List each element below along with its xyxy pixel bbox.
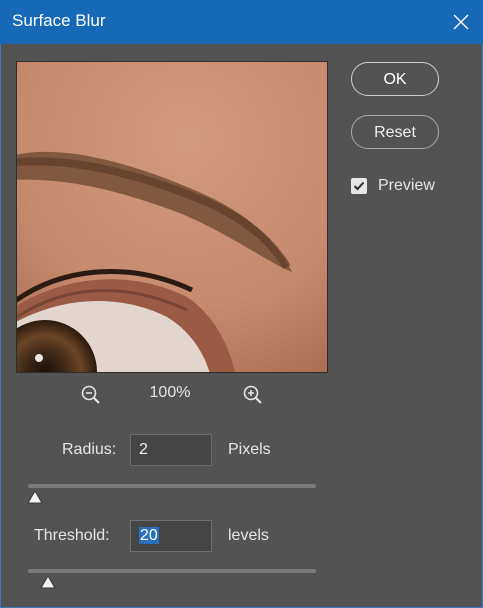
window-title: Surface Blur xyxy=(12,11,106,30)
reset-button[interactable]: Reset xyxy=(351,115,439,149)
title-bar: Surface Blur xyxy=(0,0,483,44)
radius-slider-thumb[interactable] xyxy=(27,490,43,504)
preview-checkbox[interactable] xyxy=(351,178,367,194)
checkmark-icon xyxy=(353,181,365,191)
radius-unit: Pixels xyxy=(228,441,271,458)
radius-slider-track[interactable] xyxy=(28,484,316,488)
threshold-label: Threshold: xyxy=(34,527,110,544)
zoom-level: 100% xyxy=(149,384,191,401)
threshold-slider-thumb[interactable] xyxy=(40,575,57,589)
radius-label: Radius: xyxy=(62,441,117,458)
zoom-in-icon xyxy=(243,385,262,404)
radius-input[interactable]: 2 xyxy=(130,434,212,466)
threshold-input[interactable]: 20 xyxy=(130,520,212,552)
threshold-unit: levels xyxy=(228,527,269,544)
close-icon xyxy=(453,14,469,30)
zoom-out-button[interactable] xyxy=(80,384,102,406)
preview-photo xyxy=(17,62,327,372)
close-button[interactable] xyxy=(439,0,483,44)
slider-thumb-icon xyxy=(40,575,57,589)
slider-thumb-icon xyxy=(27,490,43,504)
preview-image[interactable] xyxy=(16,61,328,373)
threshold-value: 20 xyxy=(139,527,159,544)
preview-label[interactable]: Preview xyxy=(378,177,435,195)
zoom-in-button[interactable] xyxy=(242,384,264,406)
threshold-slider-track[interactable] xyxy=(28,569,316,573)
zoom-out-icon xyxy=(81,385,100,404)
ok-button[interactable]: OK xyxy=(351,62,439,96)
